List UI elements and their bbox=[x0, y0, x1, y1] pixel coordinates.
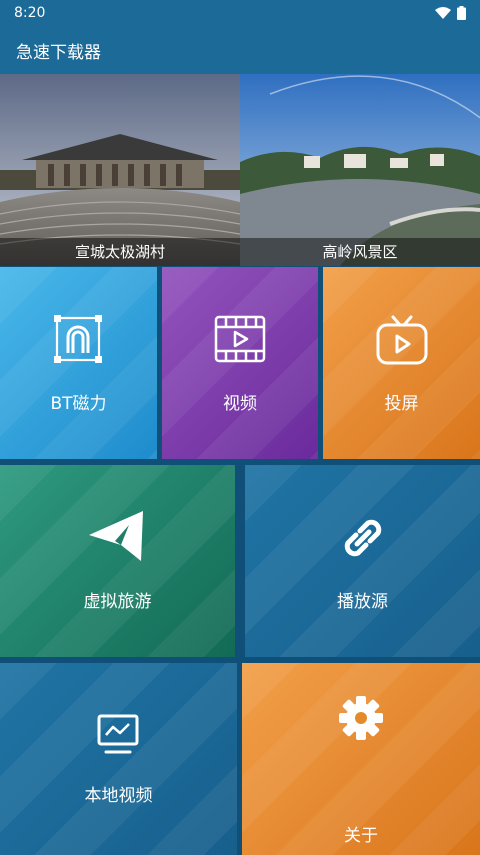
about-tile[interactable]: 关于 bbox=[242, 663, 480, 855]
virtual-tour-tile[interactable]: 虚拟旅游 bbox=[0, 465, 235, 657]
app-title: 急速下载器 bbox=[16, 42, 101, 63]
cast-tile[interactable]: 投屏 bbox=[323, 267, 480, 459]
bt-magnet-tile[interactable]: BT磁力 bbox=[0, 267, 157, 459]
video-tile-label: 视频 bbox=[223, 394, 257, 414]
gear-icon bbox=[339, 696, 383, 740]
banner-gaoling-scenic-area[interactable]: 高岭风景区 bbox=[240, 74, 480, 266]
status-time: 8:20 bbox=[14, 5, 46, 21]
video-tile[interactable]: 视频 bbox=[162, 267, 318, 459]
tv-icon bbox=[376, 315, 428, 365]
local-video-tile[interactable]: 本地视频 bbox=[0, 663, 237, 855]
wifi-icon bbox=[435, 6, 451, 19]
battery-icon bbox=[457, 6, 466, 20]
banner-caption: 宣城太极湖村 bbox=[0, 238, 240, 266]
banner-caption: 高岭风景区 bbox=[240, 238, 480, 266]
status-bar: 8:20 bbox=[0, 0, 480, 26]
banner-taiji-lake-village[interactable]: 宣城太极湖村 bbox=[0, 74, 240, 266]
cast-tile-label: 投屏 bbox=[384, 394, 419, 414]
local-video-tile-label: 本地视频 bbox=[84, 786, 153, 806]
virtual-tour-tile-label: 虚拟旅游 bbox=[83, 592, 152, 612]
film-icon bbox=[214, 315, 266, 363]
app-bar: 急速下载器 bbox=[0, 26, 480, 74]
about-tile-label: 关于 bbox=[344, 826, 378, 846]
monitor-icon bbox=[97, 714, 139, 754]
magnet-icon bbox=[54, 315, 102, 363]
paper-plane-icon bbox=[89, 511, 143, 561]
play-source-tile-label: 播放源 bbox=[337, 592, 388, 612]
bt-tile-label: BT磁力 bbox=[50, 394, 107, 414]
link-icon bbox=[344, 519, 382, 557]
play-source-tile[interactable]: 播放源 bbox=[245, 465, 480, 657]
